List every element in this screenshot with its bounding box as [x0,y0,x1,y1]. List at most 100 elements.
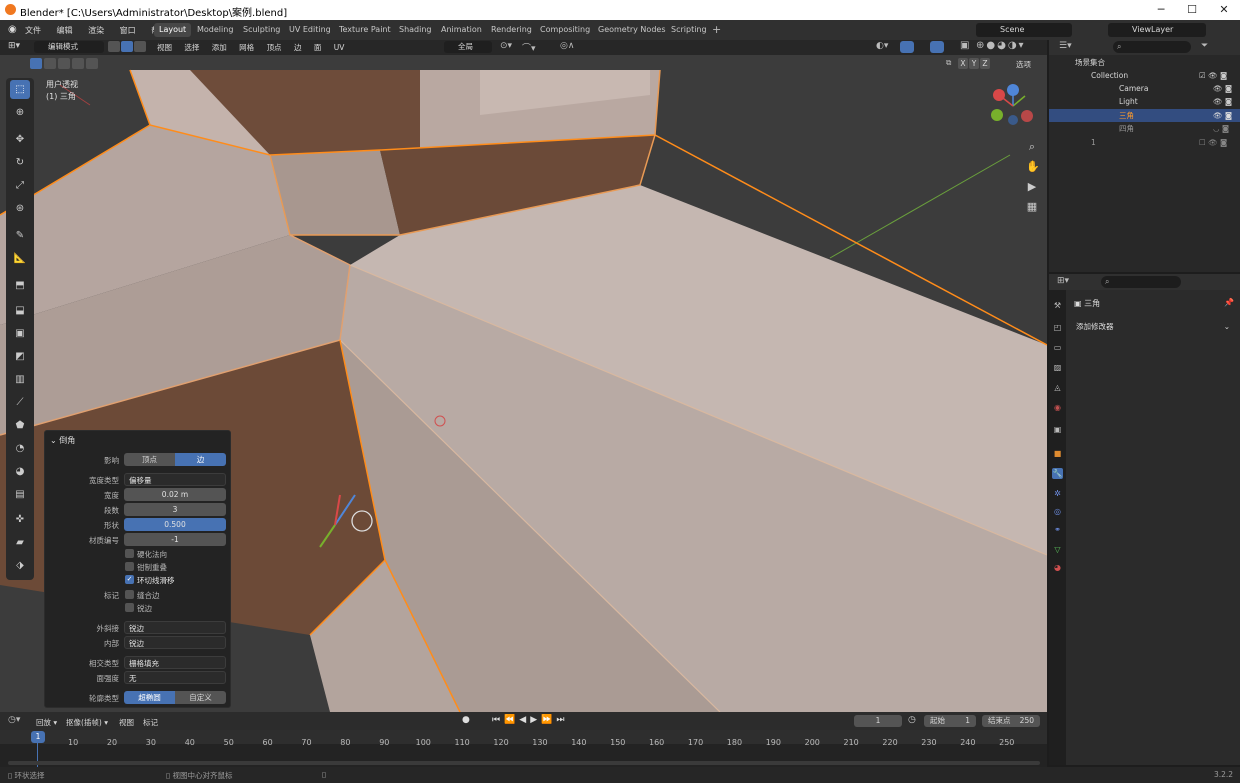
measure-tool-icon[interactable]: 📐 [10,249,30,268]
outliner-item-light[interactable]: Light 👁 ◙ [1049,95,1240,108]
timeline-scrollbar[interactable] [8,761,1040,765]
navigation-gizmo-icon[interactable] [990,83,1036,129]
visibility-icons[interactable]: 👁 ◙ [1213,95,1232,108]
loop-cut-tool-icon[interactable]: ▥ [10,370,30,389]
overlay-toggle-icon[interactable] [930,41,944,53]
rotate-tool-icon[interactable]: ↻ [10,153,30,172]
menu-render[interactable]: 渲染 [88,25,104,36]
harden-normals-checkbox[interactable] [125,549,134,558]
world-tab-icon[interactable]: ◉ [1052,402,1063,413]
panel-header[interactable]: ⌄ 倒角 [50,435,75,446]
gizmo-toggle-icon[interactable] [900,41,914,53]
intersection-dropdown[interactable]: 栅格填充 [124,656,226,669]
mirror-x[interactable]: X [958,58,968,69]
width-type-dropdown[interactable]: 偏移量 [124,473,226,486]
snap-icon[interactable]: ⌒▾ [522,41,536,54]
tab-shading[interactable]: Shading [394,23,437,37]
clamp-overlap-checkbox[interactable] [125,562,134,571]
menu-add[interactable]: 添加 [212,42,227,53]
tab-sculpting[interactable]: Sculpting [238,23,285,37]
face-select-icon[interactable] [134,41,146,52]
visibility-icons[interactable]: ◡ ◙ [1213,122,1229,135]
visibility-icons[interactable]: ☐ 👁 ◙ [1199,136,1227,149]
menu-face[interactable]: 面 [314,42,322,53]
annotate-tool-icon[interactable]: ✎ [10,226,30,245]
inset-tool-icon[interactable]: ▣ [10,324,30,343]
mirror-y[interactable]: Y [969,58,979,69]
menu-edge[interactable]: 边 [294,42,302,53]
filter-icon[interactable]: ⏷ [1201,41,1208,51]
mirror-z[interactable]: Z [980,58,990,69]
tab-modeling[interactable]: Modeling [192,23,238,37]
outliner-item-camera[interactable]: Camera 👁 ◙ [1049,82,1240,95]
poly-build-tool-icon[interactable]: ⬟ [10,416,30,435]
pivot-icon[interactable]: ⊙▾ [500,41,512,51]
shading-modes[interactable]: ⊕●◕◑▾ [976,40,1026,51]
select-tool-icon[interactable]: ⬚ [10,80,30,99]
tab-texture-paint[interactable]: Texture Paint [334,23,396,37]
visibility-icons[interactable]: ☑ 👁 ◙ [1199,69,1227,82]
proportional-edit-icon[interactable]: ◎∧ [560,41,574,51]
move-tool-icon[interactable]: ✥ [10,130,30,149]
ortho-grid-icon[interactable]: ▦ [1026,197,1038,217]
menu-window[interactable]: 窗口 [120,25,136,36]
tab-geometry-nodes[interactable]: Geometry Nodes [593,23,670,37]
select-intersect-icon[interactable] [86,58,98,69]
constraints-tab-icon[interactable]: ⚭ [1052,524,1063,535]
bevel-tool-icon[interactable]: ◩ [10,347,30,366]
select-invert-icon[interactable] [72,58,84,69]
cursor-tool-icon[interactable]: ⊕ [10,103,30,122]
maximize-icon[interactable]: ☐ [1184,2,1200,18]
visibility-icons[interactable]: 👁 ◙ [1213,109,1232,122]
smooth-tool-icon[interactable]: ◕ [10,462,30,481]
affect-vertices-button[interactable]: 顶点 [124,453,175,466]
modifier-tab-icon[interactable]: 🔧 [1052,468,1063,479]
mark-sharp-row[interactable]: 锐边 [45,601,232,615]
edge-select-icon[interactable] [121,41,133,52]
profile-custom-button[interactable]: 自定义 [175,691,226,704]
properties-editor-icon[interactable]: ⊞▾ [1057,276,1069,286]
playhead-frame[interactable]: 1 [31,731,45,743]
miter-inner-dropdown[interactable]: 锐边 [124,636,226,649]
tab-animation[interactable]: Animation [436,23,487,37]
start-frame-field[interactable]: 起始 1 [924,715,976,727]
material-tab-icon[interactable]: ◕ [1052,562,1063,573]
mode-selector[interactable]: 编辑模式 [34,41,104,53]
shrink-fatten-tool-icon[interactable]: ✜ [10,510,30,529]
transform-tool-icon[interactable]: ⊛ [10,199,30,218]
playback-controls[interactable]: ⏮⏪◀▶⏩⏭ [492,715,568,725]
viewlayer-selector[interactable]: ViewLayer [1108,23,1206,37]
collection-tab-icon[interactable]: ▣ [1052,424,1063,435]
data-tab-icon[interactable]: ▽ [1052,544,1063,555]
mark-sharp-checkbox[interactable] [125,603,134,612]
menu-mesh[interactable]: 网格 [239,42,254,53]
shape-slider[interactable]: 0.500 [124,518,226,531]
outliner-item-triangle[interactable]: 三角 👁 ◙ [1049,109,1240,122]
vertex-select-icon[interactable] [108,41,120,52]
current-frame-field[interactable]: 1 [854,715,902,727]
tab-layout[interactable]: Layout [154,23,192,37]
material-field[interactable]: -1 [124,533,226,546]
face-strength-dropdown[interactable]: 无 [124,671,226,684]
tab-compositing[interactable]: Compositing [535,23,595,37]
minimize-icon[interactable]: ─ [1153,2,1169,18]
tab-rendering[interactable]: Rendering [486,23,537,37]
select-subtract-icon[interactable] [58,58,70,69]
tab-uv-editing[interactable]: UV Editing [284,23,336,37]
menu-file[interactable]: 文件 [25,25,41,36]
mark-seam-checkbox[interactable] [125,590,134,599]
end-frame-field[interactable]: 结束点 250 [982,715,1040,727]
output-tab-icon[interactable]: ▭ [1052,342,1063,353]
rip-tool-icon[interactable]: ⬗ [10,556,30,575]
harden-normals-row[interactable]: 硬化法向 [45,547,232,561]
segments-field[interactable]: 3 [124,503,226,516]
profile-superellipse-button[interactable]: 超椭圆 [124,691,175,704]
blender-menu-icon[interactable]: ◉ [8,24,17,35]
select-extend-icon[interactable] [44,58,56,69]
mark-seam-row[interactable]: 标记 缝合边 [45,588,232,602]
visibility-icon[interactable]: ◐▾ [876,41,888,51]
clamp-overlap-row[interactable]: 钳制重叠 [45,560,232,574]
outliner-item-square[interactable]: 四角 ◡ ◙ [1049,122,1240,135]
timeline-view-menu[interactable]: 视图 [119,717,134,728]
spin-tool-icon[interactable]: ◔ [10,439,30,458]
